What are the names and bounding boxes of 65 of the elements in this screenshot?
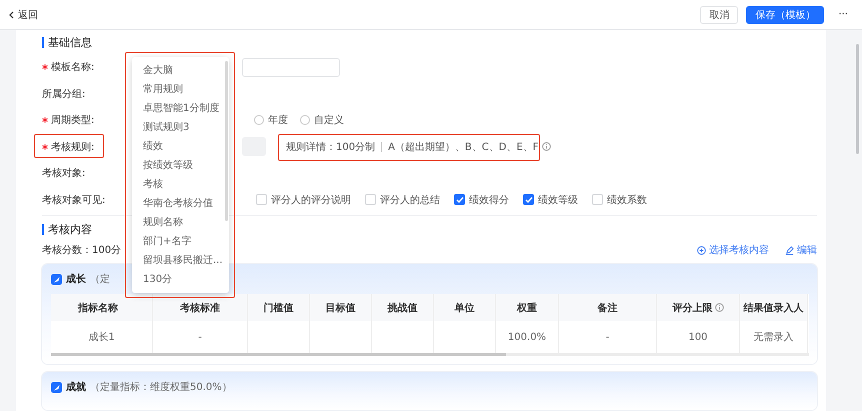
radio-label: 年度 [268,114,288,128]
group-name: 成长 [66,272,86,286]
column-header: 指标名称 [51,294,153,321]
rule-grades: A（超出期望）、B、C、D、E、F [388,140,539,154]
annotation-box [34,134,104,158]
group-name: 成就 [66,380,86,394]
more-button[interactable]: ··· [832,9,854,20]
column-header: 权重 [496,294,559,321]
dropdown-item[interactable]: 华南仓考核分值 [132,193,229,212]
dropdown-item[interactable]: 常用规则 [132,79,229,98]
horizontal-scrollbar[interactable] [51,353,809,356]
dropdown-item[interactable]: 绩效 [132,136,229,155]
dropdown-item[interactable]: 留坝县移民搬迁... [132,250,229,269]
info-icon [542,142,551,152]
select-content-link[interactable]: 选择考核内容 [697,243,769,257]
required-icon [42,117,48,124]
radio-label: 自定义 [314,114,344,128]
rule-detail-label: 规则详情：100分制 [286,140,376,154]
column-header: 门槛值 [248,294,310,321]
dropdown-item[interactable]: 测试规则3 [132,117,229,136]
dropdown-item[interactable]: 按绩效等级 [132,155,229,174]
score-text: 考核分数：100分 [42,244,122,257]
dropdown-item[interactable]: 卓思智能1分制度 [132,98,229,117]
column-header: 考核标准 [153,294,248,321]
info-icon [714,303,724,312]
dropdown-item[interactable]: 金大脑 [132,60,229,79]
save-button[interactable]: 保存（模板） [746,6,824,24]
column-header: 目标值 [310,294,372,321]
page-scrollbar[interactable] [856,44,859,154]
pencil-icon [785,246,794,254]
column-header: 评分上限 [657,294,740,321]
chevron-left-icon [8,10,15,18]
field-label: 所属分组: [42,88,86,101]
checkbox-label: 评分人的评分说明 [271,194,351,207]
required-icon [42,144,48,150]
plus-circle-icon [697,246,706,254]
checkbox[interactable] [523,194,534,206]
group-subtitle: （定量指标：维度权重50.0%） [90,380,232,394]
section-title: 基础信息 [42,37,817,48]
field-label: 考核对象可见: [42,194,106,207]
dropdown-item[interactable]: 130分 [132,269,229,288]
field-label: 考核规则: [51,140,94,154]
column-header: 单位 [434,294,496,321]
flag-icon [51,382,62,392]
radio-button[interactable] [254,115,264,126]
field-label: 模板名称: [51,60,94,74]
group-subtitle: （定 [90,272,110,286]
field-label: 考核对象: [42,166,86,180]
back-link[interactable]: 返回 [8,8,38,22]
column-header: 备注 [559,294,657,321]
checkbox-label: 评分人的总结 [380,194,440,207]
flag-icon [51,274,62,284]
column-header: 挑战值 [372,294,434,321]
checkbox-label: 绩效系数 [607,194,647,207]
checkbox-label: 绩效得分 [469,194,509,207]
dropdown-item[interactable]: 考核 [132,174,229,193]
cancel-button[interactable]: 取消 [700,6,738,24]
column-header: 结果值录入人 [740,294,808,321]
checkbox[interactable] [454,194,465,206]
field-label: 周期类型: [51,114,94,128]
radio-button[interactable] [300,115,310,126]
edit-link[interactable]: 编辑 [785,243,817,257]
template-name-field[interactable] [242,58,340,77]
checkbox-label: 绩效等级 [538,194,578,207]
required-icon [42,64,48,70]
